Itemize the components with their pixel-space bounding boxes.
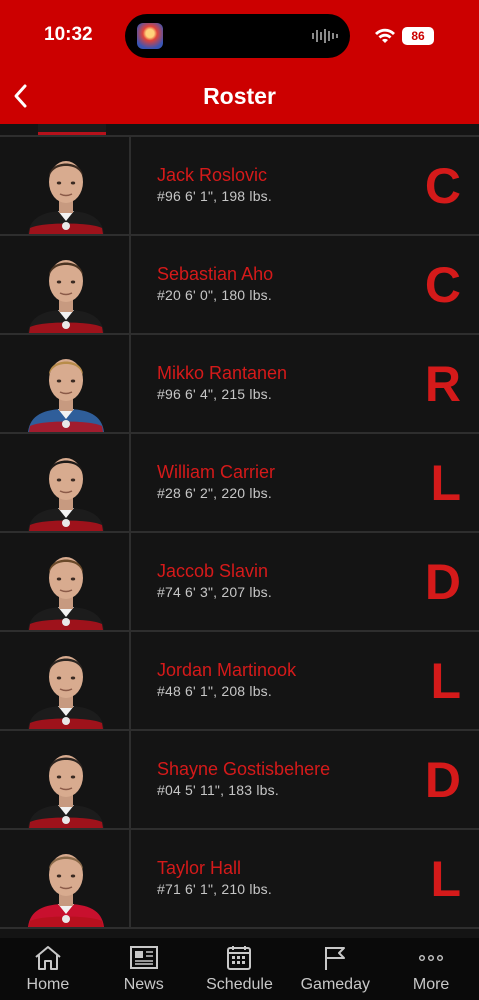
flag-icon (325, 947, 346, 970)
tab-label: News (123, 976, 164, 993)
player-position: C (424, 257, 461, 313)
tab-label: Gameday (300, 976, 370, 993)
tab-more[interactable]: More (383, 938, 479, 1000)
player-details: #48 6' 1", 208 lbs. (157, 683, 272, 699)
tab-home[interactable]: Home (0, 938, 96, 1000)
player-position: L (430, 653, 461, 709)
player-row[interactable]: Taylor Hall #71 6' 1", 210 lbs. L (0, 830, 479, 929)
player-headshot (28, 359, 104, 432)
player-row[interactable]: Jordan Martinook #48 6' 1", 208 lbs. L (0, 632, 479, 731)
dynamic-island (125, 14, 350, 58)
player-details: #71 6' 1", 210 lbs. (157, 881, 272, 897)
tab-label: Home (26, 976, 70, 993)
player-details: #28 6' 2", 220 lbs. (157, 485, 272, 501)
player-row[interactable]: Sebastian Aho #20 6' 0", 180 lbs. C (0, 236, 479, 335)
partial-row (0, 124, 479, 137)
player-headshot (28, 854, 104, 927)
player-name: Jaccob Slavin (157, 561, 269, 581)
tab-bar: Home News Schedule Gameday More (0, 938, 479, 1000)
player-position: C (424, 158, 461, 214)
player-photo-cell (0, 137, 131, 234)
player-row[interactable]: Jaccob Slavin #74 6' 3", 207 lbs. D (0, 533, 479, 632)
player-position: L (430, 851, 461, 907)
player-photo-cell (0, 434, 131, 531)
battery-indicator: 86 (402, 27, 434, 45)
player-details: #74 6' 3", 207 lbs. (157, 584, 272, 600)
player-headshot (28, 755, 104, 828)
player-photo-cell (0, 731, 131, 828)
player-headshot (28, 557, 104, 630)
page-title: Roster (203, 83, 276, 109)
player-name: William Carrier (157, 462, 275, 482)
live-activity-app-icon (137, 23, 163, 49)
player-row[interactable]: Shayne Gostisbehere #04 5' 11", 183 lbs.… (0, 731, 479, 830)
home-icon (35, 946, 61, 970)
player-details: #04 5' 11", 183 lbs. (157, 782, 279, 798)
roster-list[interactable]: Jack Roslovic #96 6' 1", 198 lbs. C Seba… (0, 124, 479, 938)
player-photo-cell (0, 632, 131, 729)
player-position: R (424, 356, 461, 412)
player-name: Sebastian Aho (157, 264, 274, 284)
app-header: 10:32 86 Roster (0, 0, 479, 124)
calendar-icon (227, 946, 252, 970)
player-position: D (424, 554, 461, 610)
player-row[interactable]: William Carrier #28 6' 2", 220 lbs. L (0, 434, 479, 533)
player-name: Jordan Martinook (157, 660, 297, 680)
player-photo-cell (0, 830, 131, 927)
player-name: Shayne Gostisbehere (157, 759, 331, 779)
tab-news[interactable]: News (96, 938, 192, 1000)
player-position: L (430, 455, 461, 511)
player-position: D (424, 752, 461, 808)
tab-label: Schedule (206, 976, 273, 993)
audio-wave-icon (312, 29, 338, 43)
player-photo-cell (0, 335, 131, 432)
player-row[interactable]: Mikko Rantanen #96 6' 4", 215 lbs. R (0, 335, 479, 434)
status-time: 10:32 (44, 24, 93, 45)
player-headshot (28, 458, 104, 531)
player-headshot (28, 656, 104, 729)
player-name: Taylor Hall (157, 858, 242, 878)
player-details: #96 6' 1", 198 lbs. (157, 188, 272, 204)
partial-player-photo (38, 124, 106, 135)
player-details: #20 6' 0", 180 lbs. (157, 287, 272, 303)
player-name: Mikko Rantanen (157, 363, 288, 383)
player-photo-cell (0, 533, 131, 630)
player-details: #96 6' 4", 215 lbs. (157, 386, 272, 402)
news-icon (129, 946, 158, 969)
player-name: Jack Roslovic (157, 165, 268, 185)
player-headshot (28, 260, 104, 333)
tab-schedule[interactable]: Schedule (192, 938, 288, 1000)
player-headshot (28, 161, 104, 234)
wifi-icon (375, 28, 395, 43)
player-photo-cell (0, 236, 131, 333)
player-row[interactable]: Jack Roslovic #96 6' 1", 198 lbs. C (0, 137, 479, 236)
tab-gameday[interactable]: Gameday (287, 938, 383, 1000)
tab-label: More (412, 976, 450, 993)
more-dots-icon (419, 954, 444, 961)
